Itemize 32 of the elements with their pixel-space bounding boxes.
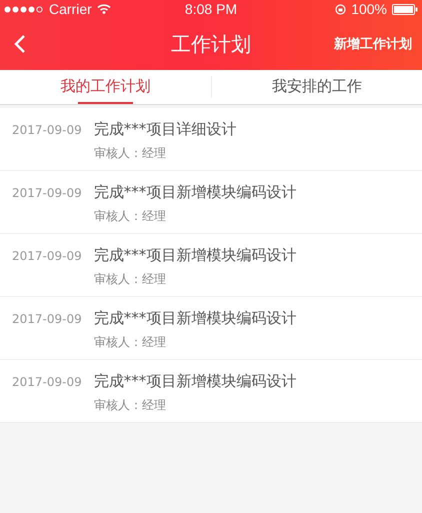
battery-percent: 100% (351, 1, 387, 17)
rotation-lock-icon (335, 4, 346, 14)
plan-date: 2017-09-09 (12, 374, 82, 391)
add-plan-button[interactable]: 新增工作计划 (334, 35, 412, 53)
page-title: 工作计划 (171, 30, 251, 58)
plan-title: 完成***项目新增模块编码设计 (94, 309, 296, 328)
plan-title: 完成***项目详细设计 (94, 120, 236, 139)
clock-time: 8:08 PM (184, 1, 238, 17)
plan-date: 2017-09-09 (12, 122, 82, 139)
carrier-name: Carrier (49, 1, 92, 17)
battery-icon (392, 4, 418, 14)
plan-item[interactable]: 2017-09-09 完成***项目新增模块编码设计 审核人：经理 (0, 297, 422, 360)
plan-item[interactable]: 2017-09-09 完成***项目详细设计 审核人：经理 (0, 108, 422, 171)
plan-title: 完成***项目新增模块编码设计 (94, 246, 296, 265)
plan-item[interactable]: 2017-09-09 完成***项目新增模块编码设计 审核人：经理 (0, 171, 422, 234)
reviewer-label: 审核人：经理 (94, 208, 167, 225)
plan-title: 完成***项目新增模块编码设计 (94, 372, 296, 391)
signal-icon (4, 6, 44, 12)
plan-date: 2017-09-09 (12, 311, 82, 328)
plan-date: 2017-09-09 (12, 185, 82, 202)
tab[interactable]: 我安排的工作 (212, 70, 422, 104)
plan-date: 2017-09-09 (12, 248, 82, 265)
reviewer-label: 审核人：经理 (94, 271, 167, 288)
plan-title: 完成***项目新增模块编码设计 (94, 183, 296, 202)
plan-item[interactable]: 2017-09-09 完成***项目新增模块编码设计 审核人：经理 (0, 360, 422, 423)
reviewer-label: 审核人：经理 (94, 334, 167, 351)
back-icon (14, 34, 26, 54)
tab[interactable]: 我的工作计划 (0, 70, 210, 104)
wifi-icon (96, 4, 111, 14)
reviewer-label: 审核人：经理 (94, 397, 167, 414)
reviewer-label: 审核人：经理 (94, 145, 167, 162)
plan-item[interactable]: 2017-09-09 完成***项目新增模块编码设计 审核人：经理 (0, 234, 422, 297)
